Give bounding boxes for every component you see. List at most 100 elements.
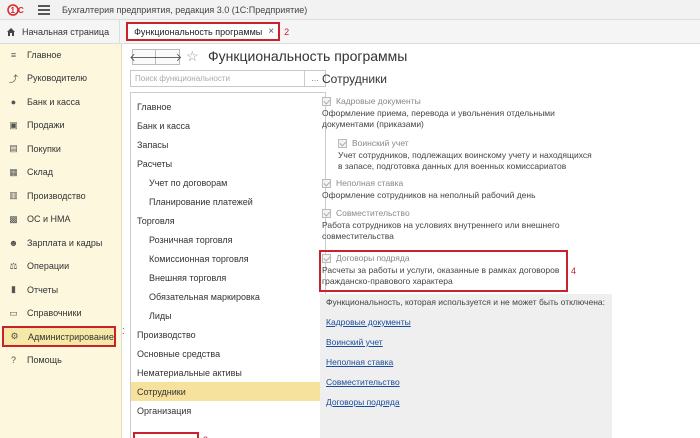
page-title: Функциональность программы <box>208 48 408 64</box>
sidebar-item[interactable]: ▭ Справочники <box>0 303 122 324</box>
favorite-star-icon[interactable]: ☆ <box>186 48 199 65</box>
selection-highlight <box>133 432 199 438</box>
sidebar-item-label: Производство <box>27 190 86 201</box>
sidebar-item[interactable]: ● Банк и касса <box>0 91 122 112</box>
factory-icon: ▥ <box>9 190 18 200</box>
sidebar-item[interactable]: ☻ Зарплата и кадры <box>0 232 122 253</box>
nav-list-item[interactable]: Главное <box>131 97 325 116</box>
sidebar-item[interactable]: ⤴ Руководителю <box>0 68 122 89</box>
home-icon <box>7 27 15 36</box>
operations-icon: ⚖ <box>9 260 18 271</box>
tab-functionality[interactable]: Функциональность программы × <box>126 22 281 41</box>
nav-list-item[interactable]: Планирование платежей <box>131 192 325 211</box>
nav-list-item[interactable]: Учет по договорам <box>131 173 325 192</box>
option-description: Учет сотрудников, подлежащих воинскому у… <box>338 150 592 160</box>
sidebar-item[interactable]: ⚙ Администрирование <box>2 326 116 347</box>
info-link[interactable]: Договоры подряда <box>326 397 400 407</box>
sidebar-item[interactable]: ▤ Покупки <box>0 138 122 159</box>
option-description: документами (приказами) <box>322 119 424 129</box>
sidebar-item-label: Руководителю <box>27 73 88 83</box>
help-icon: ? <box>10 355 16 365</box>
nav-list-item[interactable]: Лиды <box>131 306 325 325</box>
sidebar-item-label: Банк и касса <box>27 96 80 107</box>
main-menu-icon[interactable] <box>38 4 50 15</box>
nav-list-item[interactable]: Сотрудники <box>131 382 325 401</box>
nav-list-item[interactable]: Торговля <box>131 211 325 230</box>
nav-list-item[interactable]: Основные средства <box>131 344 325 363</box>
option-description: Оформление приема, перевода и увольнения… <box>322 108 555 118</box>
functionality-nav-list: Организация Сотрудники Нематериальные акти… <box>130 92 326 438</box>
sidebar-item-label: Зарплата и кадры <box>27 237 103 248</box>
nav-list-item[interactable]: Банк и касса <box>131 116 325 135</box>
option-checkbox[interactable]: Кадровые документы <box>322 96 421 106</box>
sidebar-item[interactable]: ▥ Производство <box>0 185 122 206</box>
option-checkbox[interactable]: Воинский учет <box>338 138 409 148</box>
checkbox-checked-icon[interactable] <box>322 96 331 106</box>
cart-icon: ▣ <box>9 119 18 130</box>
option-description: совместительства <box>322 231 394 241</box>
selection-highlight <box>319 250 568 292</box>
sidebar-item[interactable]: ▮ Отчеты <box>0 279 122 300</box>
option-label: Воинский учет <box>352 138 409 148</box>
checkbox-checked-icon[interactable] <box>338 138 347 148</box>
sidebar-item-label: Склад <box>27 167 54 177</box>
people-icon: ☻ <box>8 237 19 248</box>
nav-list-item[interactable]: Нематериальные активы <box>131 363 325 382</box>
tab-home[interactable]: Начальная страница <box>0 20 121 43</box>
nav-list-item[interactable]: Производство <box>131 325 325 344</box>
nav-list-item[interactable]: Обязательная маркировка <box>131 287 325 306</box>
book-icon: ▭ <box>9 307 18 318</box>
option-checkbox[interactable]: Неполная ставка <box>322 178 403 188</box>
sidebar-item-label: Операции <box>27 261 70 271</box>
info-title: Функциональность, которая используется и… <box>326 297 605 307</box>
option-description: в запасе, подготовка данных для военных … <box>338 161 567 171</box>
info-link[interactable]: Воинский учет <box>326 337 383 347</box>
sidebar-item[interactable]: ▣ Продажи <box>0 115 122 136</box>
menu-icon: ≡ <box>10 49 17 60</box>
sidebar-item-label: Отчеты <box>27 284 59 295</box>
reports-icon: ▮ <box>11 284 16 294</box>
info-link[interactable]: Совместительство <box>326 377 400 387</box>
option-description: Оформление сотрудников на неполный рабоч… <box>322 190 536 200</box>
info-link[interactable]: Неполная ставка <box>326 357 393 367</box>
nav-list-item[interactable]: Комиссионная торговля <box>131 249 325 268</box>
tab-bar: Начальная страница Функциональность прог… <box>0 20 700 44</box>
sidebar-item[interactable]: ⚖ Операции <box>0 256 122 277</box>
sidebar-item-label: Администрирование <box>28 331 114 342</box>
sidebar-item-label: Продажи <box>27 120 65 130</box>
svg-text:1: 1 <box>11 6 16 15</box>
search-input[interactable]: Поиск функциональности <box>130 70 326 87</box>
nav-list-item[interactable]: Розничная торговля <box>131 230 325 249</box>
sidebar-item-label: Помощь <box>27 355 62 365</box>
sidebar: ≡ Главное ⤴ Руководителю ● Банк и касса ▣ Прода… <box>0 44 122 438</box>
nav-list-item[interactable]: Запасы <box>131 135 325 154</box>
main-content: 🡐 🡒 ☆ Функциональность программы Поиск ф… <box>124 44 700 438</box>
tab-home-label: Начальная страница <box>22 26 110 37</box>
tab-functionality-label: Функциональность программы <box>134 26 263 37</box>
bank-icon: ● <box>10 96 17 107</box>
sidebar-item-label: Главное <box>27 49 62 60</box>
nav-list-item[interactable]: Организация <box>131 401 325 420</box>
sidebar-item[interactable]: ? Помощь <box>0 350 122 371</box>
option-checkbox[interactable]: Совместительство <box>322 208 410 218</box>
option-description: Работа сотрудников на условиях внутренне… <box>322 220 560 230</box>
sidebar-item[interactable]: ▩ ОС и НМА <box>0 209 122 230</box>
close-icon[interactable]: × <box>268 26 274 37</box>
sidebar-item-label: ОС и НМА <box>27 214 71 224</box>
forward-button[interactable]: 🡒 <box>153 49 182 65</box>
checkbox-checked-icon[interactable] <box>322 208 331 218</box>
assets-icon: ▩ <box>9 213 18 224</box>
section-title: Сотрудники <box>322 72 387 86</box>
checkbox-checked-icon[interactable] <box>322 178 331 188</box>
sidebar-item[interactable]: ≡ Главное <box>0 44 122 65</box>
option-label: Совместительство <box>336 208 410 218</box>
1c-logo-icon: 1 С <box>6 3 28 17</box>
nav-list-item[interactable]: Внешняя торговля <box>131 268 325 287</box>
sidebar-item[interactable]: ▦ Склад <box>0 162 122 183</box>
nav-list-item[interactable]: Расчеты <box>131 154 325 173</box>
annotation-marker: 4 <box>571 266 577 276</box>
warehouse-icon: ▦ <box>9 166 18 177</box>
svg-text:С: С <box>18 6 24 15</box>
title-bar: 1 С Бухгалтерия предприятия, редакция 3.… <box>0 0 700 20</box>
info-link[interactable]: Кадровые документы <box>326 317 411 327</box>
